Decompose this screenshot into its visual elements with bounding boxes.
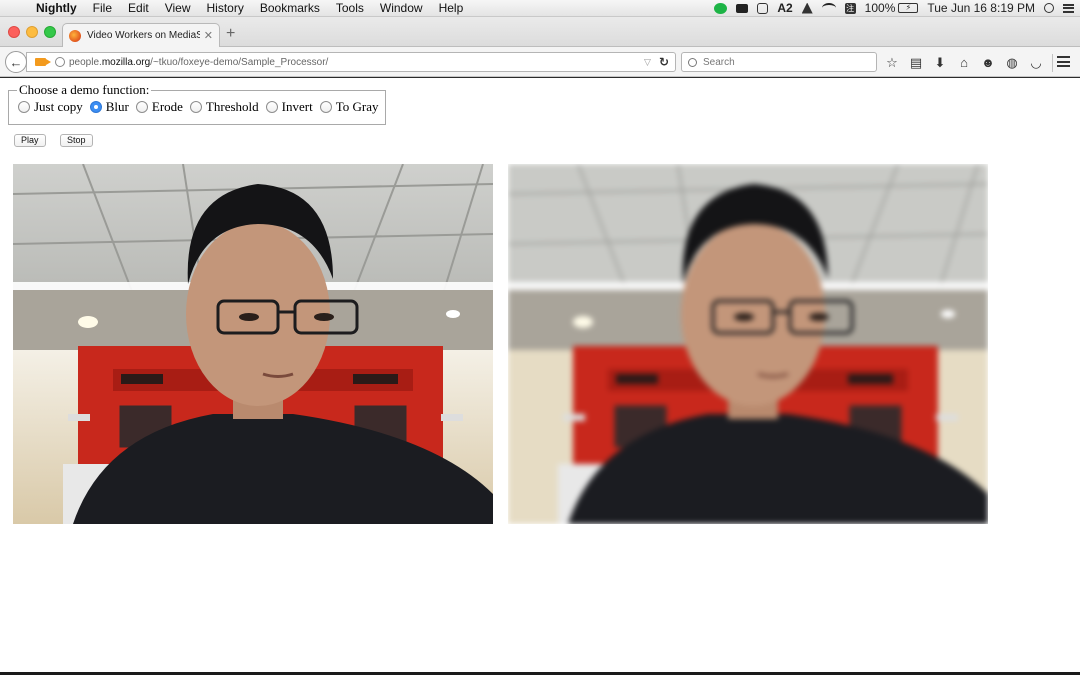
demo-function-fieldset: Choose a demo function: Just copy Blur E… (8, 82, 387, 125)
radio-erode[interactable]: Erode (135, 99, 183, 115)
radio-circle[interactable] (265, 101, 278, 113)
back-arrow-icon: ← (9, 54, 23, 70)
adobe-icon[interactable]: A2 (777, 1, 792, 15)
tab-title: Video Workers on MediaStr... (87, 30, 200, 41)
menu-help[interactable]: Help (431, 1, 472, 15)
address-bar[interactable]: people.mozilla.org/~tkuo/foxeye-demo/Sam… (26, 52, 676, 72)
window-zoom-button[interactable] (44, 26, 56, 38)
window-controls (8, 26, 62, 38)
line-app-icon[interactable] (714, 2, 728, 14)
demo-function-radio-group: Just copy Blur Erode Threshold Invert To… (18, 99, 385, 115)
battery-percent: 100% (864, 1, 896, 15)
fieldset-legend: Choose a demo function: (19, 82, 150, 97)
back-button[interactable]: ← (5, 51, 27, 73)
window-close-button[interactable] (8, 26, 20, 38)
reload-icon[interactable]: ↻ (659, 55, 669, 69)
radio-label: To Gray (335, 99, 379, 114)
firefox-favicon-icon (69, 29, 81, 42)
downloads-icon[interactable]: ⬇ (932, 55, 948, 71)
upload-icon[interactable] (801, 2, 813, 14)
navigation-toolbar: people.mozilla.org/~tkuo/foxeye-demo/Sam… (0, 47, 1080, 77)
site-identity-icon[interactable] (55, 57, 65, 67)
menu-window[interactable]: Window (372, 1, 431, 15)
status-tray: A2 注 100% ⚡ Tue Jun 16 8:19 PM (705, 0, 1080, 17)
menu-history[interactable]: History (199, 1, 252, 15)
radio-threshold[interactable]: Threshold (189, 99, 259, 115)
radio-label: Blur (105, 99, 129, 114)
wifi-icon[interactable] (821, 3, 836, 13)
radio-circle[interactable] (319, 101, 332, 113)
radio-circle-selected[interactable] (89, 101, 102, 113)
search-box[interactable]: Search (681, 52, 877, 72)
url-history-dropdown-icon[interactable]: ▽ (644, 57, 651, 68)
camera-sharing-icon[interactable] (35, 58, 51, 66)
sync-icon[interactable]: ◍ (1004, 55, 1020, 71)
menu-app-name[interactable]: Nightly (30, 1, 85, 15)
clock-datetime[interactable]: Tue Jun 16 8:19 PM (927, 1, 1035, 15)
home-icon[interactable]: ⌂ (956, 55, 972, 71)
menu-edit[interactable]: Edit (120, 1, 157, 15)
menu-bookmarks[interactable]: Bookmarks (252, 1, 328, 15)
toolbar-buttons: ☆ ▤ ⬇ ⌂ ☻ ◍ ◡ (884, 54, 1063, 72)
radio-invert[interactable]: Invert (265, 99, 313, 115)
radio-label: Threshold (205, 99, 259, 114)
url-prefix: people. (69, 56, 102, 68)
radio-circle[interactable] (18, 101, 30, 113)
radio-label: Just copy (34, 99, 83, 114)
tab-close-icon[interactable]: ✕ (204, 29, 213, 42)
radio-label: Erode (151, 99, 183, 114)
source-video[interactable] (13, 164, 493, 524)
menu-tools[interactable]: Tools (328, 1, 372, 15)
radio-to-gray[interactable]: To Gray (319, 99, 379, 115)
hello-chat-icon[interactable]: ☻ (980, 55, 996, 71)
window-minimize-button[interactable] (26, 26, 38, 38)
radio-circle[interactable] (189, 101, 202, 113)
bookmarks-menu-icon[interactable]: ▤ (908, 55, 924, 71)
battery-status[interactable]: 100% ⚡ (865, 1, 919, 15)
camera-icon[interactable] (736, 3, 749, 13)
radio-label: Invert (281, 99, 313, 114)
search-placeholder: Search (703, 56, 735, 68)
page-content: Choose a demo function: Just copy Blur E… (0, 78, 1080, 672)
stop-button[interactable]: Stop (60, 134, 93, 147)
hamburger-menu-icon[interactable] (1057, 56, 1070, 67)
clock-icon[interactable] (757, 2, 769, 14)
input-method-icon[interactable]: 注 (844, 2, 856, 14)
battery-icon: ⚡ (898, 3, 919, 13)
toolbar-separator (1052, 54, 1053, 72)
pocket-icon[interactable]: ◡ (1028, 55, 1044, 71)
menu-view[interactable]: View (157, 1, 199, 15)
search-icon (688, 57, 697, 67)
webcam-frame-blurred (508, 164, 988, 524)
radio-circle[interactable] (135, 101, 148, 113)
url-domain: mozilla.org (101, 56, 151, 68)
processed-video-canvas[interactable] (508, 164, 988, 524)
webcam-frame-original (13, 164, 493, 524)
radio-blur[interactable]: Blur (89, 99, 129, 115)
battery-charging-label: ⚡ (905, 3, 912, 12)
browser-tab-active[interactable]: Video Workers on MediaStr... ✕ (62, 23, 220, 47)
url-path: /~tkuo/foxeye-demo/Sample_Processor/ (150, 56, 329, 68)
new-tab-plus-icon[interactable]: + (226, 26, 235, 42)
radio-just-copy[interactable]: Just copy (18, 99, 83, 115)
spotlight-search-icon[interactable] (1044, 3, 1054, 13)
url-text[interactable]: people.mozilla.org/~tkuo/foxeye-demo/Sam… (69, 57, 644, 68)
menu-file[interactable]: File (85, 1, 120, 15)
system-menu-bar: Nightly File Edit View History Bookmarks… (0, 0, 1080, 17)
notification-count: 2 (785, 1, 793, 15)
tab-strip: Video Workers on MediaStr... ✕ + (0, 17, 1080, 47)
notification-center-icon[interactable] (1063, 3, 1074, 13)
bookmark-star-icon[interactable]: ☆ (884, 55, 900, 71)
play-button[interactable]: Play (14, 134, 46, 147)
